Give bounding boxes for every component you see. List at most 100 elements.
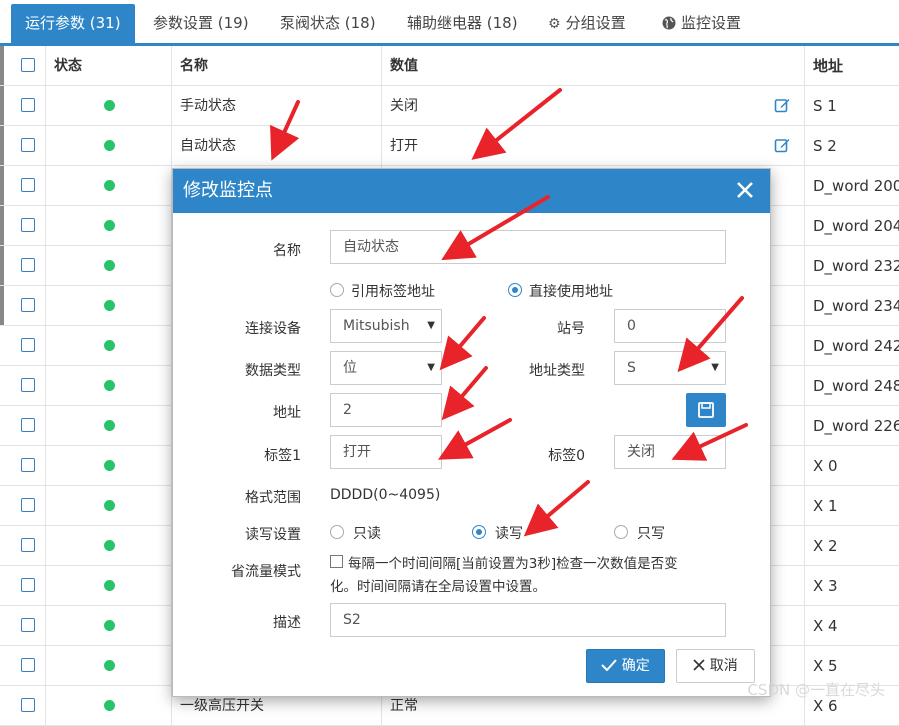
- row-select-cell: [0, 206, 46, 246]
- name-cell: 手动状态: [172, 86, 382, 126]
- row-select-cell: [0, 606, 46, 646]
- format-value: DDDD(0~4095): [330, 487, 441, 503]
- tag0-input[interactable]: 关闭: [614, 435, 726, 469]
- address-cell: D_word 234: [813, 297, 899, 315]
- tag1-label: 标签1: [264, 448, 301, 464]
- table-row[interactable]: 自动状态 打开 S 2: [0, 126, 899, 166]
- row-checkbox[interactable]: [21, 298, 35, 312]
- header-status[interactable]: 状态: [46, 46, 172, 86]
- status-indicator: [104, 700, 115, 711]
- row-checkbox[interactable]: [21, 578, 35, 592]
- tab-aux-relay[interactable]: 辅助继电器 (18): [407, 4, 518, 43]
- status-cell: [46, 406, 172, 446]
- address-input[interactable]: 2: [330, 393, 442, 427]
- row-checkbox[interactable]: [21, 458, 35, 472]
- tab-pump-valve-status[interactable]: 泵阀状态 (18): [280, 4, 376, 43]
- datatype-select[interactable]: 位 ▼: [330, 351, 442, 385]
- datatype-select-value: 位: [343, 360, 357, 376]
- row-checkbox[interactable]: [21, 218, 35, 232]
- row-checkbox[interactable]: [21, 538, 35, 552]
- cancel-button[interactable]: 取消: [676, 649, 755, 683]
- tab-monitor-settings-label: 监控设置: [681, 14, 742, 32]
- row-checkbox[interactable]: [21, 338, 35, 352]
- table-row[interactable]: 手动状态 关闭 S 1: [0, 86, 899, 126]
- row-select-cell: [0, 446, 46, 486]
- select-all-checkbox[interactable]: [21, 58, 35, 72]
- status-indicator: [104, 100, 115, 111]
- row-checkbox[interactable]: [21, 498, 35, 512]
- device-select[interactable]: Mitsubish ▼: [330, 309, 442, 343]
- addrtype-select[interactable]: S ▼: [614, 351, 726, 385]
- radio-direct-address[interactable]: [508, 283, 522, 297]
- confirm-button[interactable]: 确定: [586, 649, 665, 683]
- row-checkbox[interactable]: [21, 658, 35, 672]
- row-checkbox[interactable]: [21, 178, 35, 192]
- radio-direct-address-label: 直接使用地址: [529, 284, 613, 300]
- address-cell: S 2: [813, 137, 837, 155]
- address-cell: S 1: [813, 97, 837, 115]
- radio-readwrite[interactable]: [472, 525, 486, 539]
- row-checkbox[interactable]: [21, 98, 35, 112]
- row-checkbox[interactable]: [21, 418, 35, 432]
- save-icon-button[interactable]: [686, 393, 726, 427]
- chevron-down-icon: ▼: [427, 362, 435, 373]
- radio-tag-address[interactable]: [330, 283, 344, 297]
- station-input[interactable]: 0: [614, 309, 726, 343]
- gear-icon: ⚙: [548, 16, 561, 32]
- device-select-value: Mitsubish: [343, 318, 410, 334]
- name-input[interactable]: 自动状态: [330, 230, 726, 264]
- radio-readwrite-label: 读写: [495, 526, 523, 542]
- status-indicator: [104, 540, 115, 551]
- confirm-button-label: 确定: [621, 658, 650, 674]
- description-input[interactable]: S2: [330, 603, 726, 637]
- address-cell: X 1: [813, 497, 838, 515]
- device-label: 连接设备: [245, 321, 301, 337]
- status-indicator: [104, 340, 115, 351]
- address-cell: D_word 200: [813, 177, 899, 195]
- radio-readonly[interactable]: [330, 525, 344, 539]
- format-label: 格式范围: [245, 490, 301, 506]
- edit-icon[interactable]: [774, 137, 790, 153]
- radio-writeonly-label: 只写: [637, 526, 665, 542]
- address-cell: X 0: [813, 457, 838, 475]
- status-indicator: [104, 300, 115, 311]
- chevron-down-icon: ▼: [427, 320, 435, 331]
- header-name[interactable]: 名称: [172, 46, 382, 86]
- edit-icon[interactable]: [774, 97, 790, 113]
- row-select-cell: [0, 286, 46, 326]
- saving-mode-checkbox[interactable]: [330, 555, 343, 568]
- address-cell: D_word 242: [813, 337, 899, 355]
- row-checkbox[interactable]: [21, 138, 35, 152]
- status-cell: [46, 286, 172, 326]
- tab-runtime-params[interactable]: 运行参数 (31): [11, 4, 135, 43]
- radio-writeonly[interactable]: [614, 525, 628, 539]
- status-indicator: [104, 580, 115, 591]
- value-text: 打开: [390, 138, 418, 154]
- table-header-row: 状态 名称 数值 地址: [0, 46, 899, 86]
- tag1-input[interactable]: 打开: [330, 435, 442, 469]
- globe-icon: [662, 5, 676, 44]
- tab-param-settings[interactable]: 参数设置 (19): [153, 4, 249, 43]
- header-value[interactable]: 数值: [382, 46, 805, 86]
- tab-group-settings[interactable]: ⚙ 分组设置: [548, 4, 626, 43]
- row-checkbox[interactable]: [21, 378, 35, 392]
- close-icon[interactable]: [732, 177, 758, 203]
- header-address[interactable]: 地址: [805, 46, 899, 86]
- row-checkbox[interactable]: [21, 258, 35, 272]
- watermark-text: CSDN @一直在尽头: [747, 681, 885, 699]
- row-checkbox[interactable]: [21, 618, 35, 632]
- row-checkbox[interactable]: [21, 698, 35, 712]
- status-cell: [46, 606, 172, 646]
- name-label: 名称: [273, 243, 301, 259]
- row-select-cell: [0, 686, 46, 726]
- row-select-cell: [0, 566, 46, 606]
- floppy-disk-icon: [698, 402, 714, 418]
- status-indicator: [104, 380, 115, 391]
- row-select-cell: [0, 646, 46, 686]
- addrtype-select-value: S: [627, 360, 636, 376]
- tab-group-settings-label: 分组设置: [565, 14, 626, 32]
- status-indicator: [104, 420, 115, 431]
- address-cell: X 4: [813, 617, 838, 635]
- status-indicator: [104, 260, 115, 271]
- tab-monitor-settings[interactable]: 监控设置: [662, 4, 741, 43]
